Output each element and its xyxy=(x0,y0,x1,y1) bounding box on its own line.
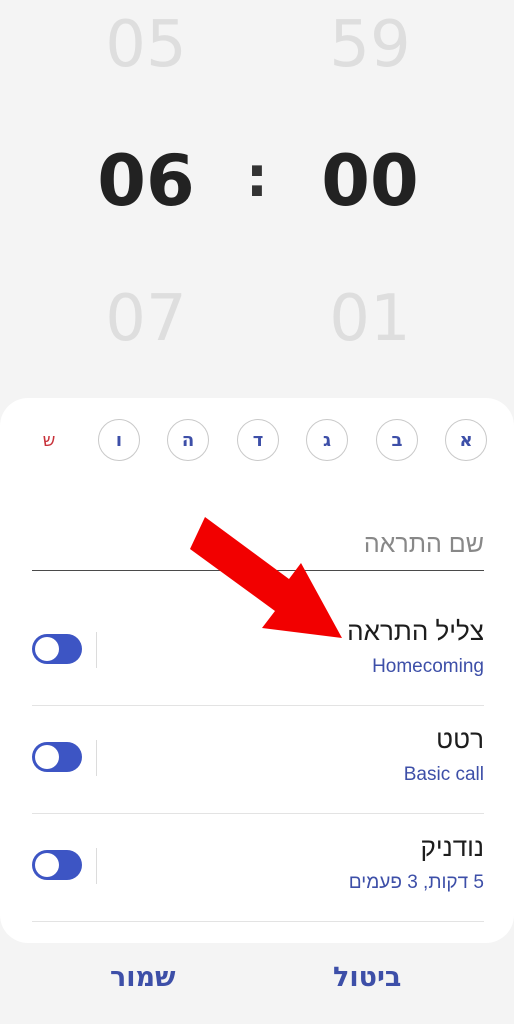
hour-value[interactable]: 06 xyxy=(76,140,216,222)
row-divider xyxy=(96,848,97,884)
hour-prev[interactable]: 05 xyxy=(76,8,216,82)
alarm-edit-screen: 05 06 07 : 59 00 01 א ב ג ד ה ו ש שם התר… xyxy=(0,0,514,1024)
day-sunday[interactable]: א xyxy=(445,419,487,461)
vibration-row[interactable]: רטט Basic call xyxy=(32,706,484,814)
snooze-title: נודניק xyxy=(420,832,485,862)
minute-value[interactable]: 00 xyxy=(300,140,440,222)
minute-prev[interactable]: 59 xyxy=(300,8,440,82)
row-separator xyxy=(32,921,484,922)
vibration-title: רטט xyxy=(436,724,484,754)
toggle-knob xyxy=(35,853,59,877)
row-divider xyxy=(96,632,97,668)
snooze-row[interactable]: נודניק 5 דקות, 3 פעמים xyxy=(32,814,484,922)
snooze-value: 5 דקות, 3 פעמים xyxy=(348,872,484,893)
vibration-toggle[interactable] xyxy=(32,742,82,772)
cancel-button[interactable]: ביטול xyxy=(333,962,401,993)
alarm-sound-title: צליל התראה xyxy=(347,616,484,646)
save-button[interactable]: שמור xyxy=(110,962,176,993)
day-wednesday[interactable]: ד xyxy=(237,419,279,461)
row-divider xyxy=(96,740,97,776)
alarm-name-input[interactable]: שם התראה xyxy=(32,522,484,571)
minute-next[interactable]: 01 xyxy=(300,282,440,356)
day-monday[interactable]: ב xyxy=(376,419,418,461)
time-picker[interactable]: 05 06 07 : 59 00 01 xyxy=(0,0,514,400)
time-separator: : xyxy=(245,145,269,210)
day-saturday[interactable]: ש xyxy=(28,419,70,461)
day-tuesday[interactable]: ג xyxy=(306,419,348,461)
hour-next[interactable]: 07 xyxy=(76,282,216,356)
alarm-sound-toggle[interactable] xyxy=(32,634,82,664)
alarm-sound-row[interactable]: צליל התראה Homecoming xyxy=(32,598,484,706)
toggle-knob xyxy=(35,637,59,661)
day-friday[interactable]: ו xyxy=(98,419,140,461)
alarm-sound-value: Homecoming xyxy=(372,656,484,677)
vibration-value: Basic call xyxy=(403,764,484,785)
snooze-toggle[interactable] xyxy=(32,850,82,880)
toggle-knob xyxy=(35,745,59,769)
day-thursday[interactable]: ה xyxy=(167,419,209,461)
